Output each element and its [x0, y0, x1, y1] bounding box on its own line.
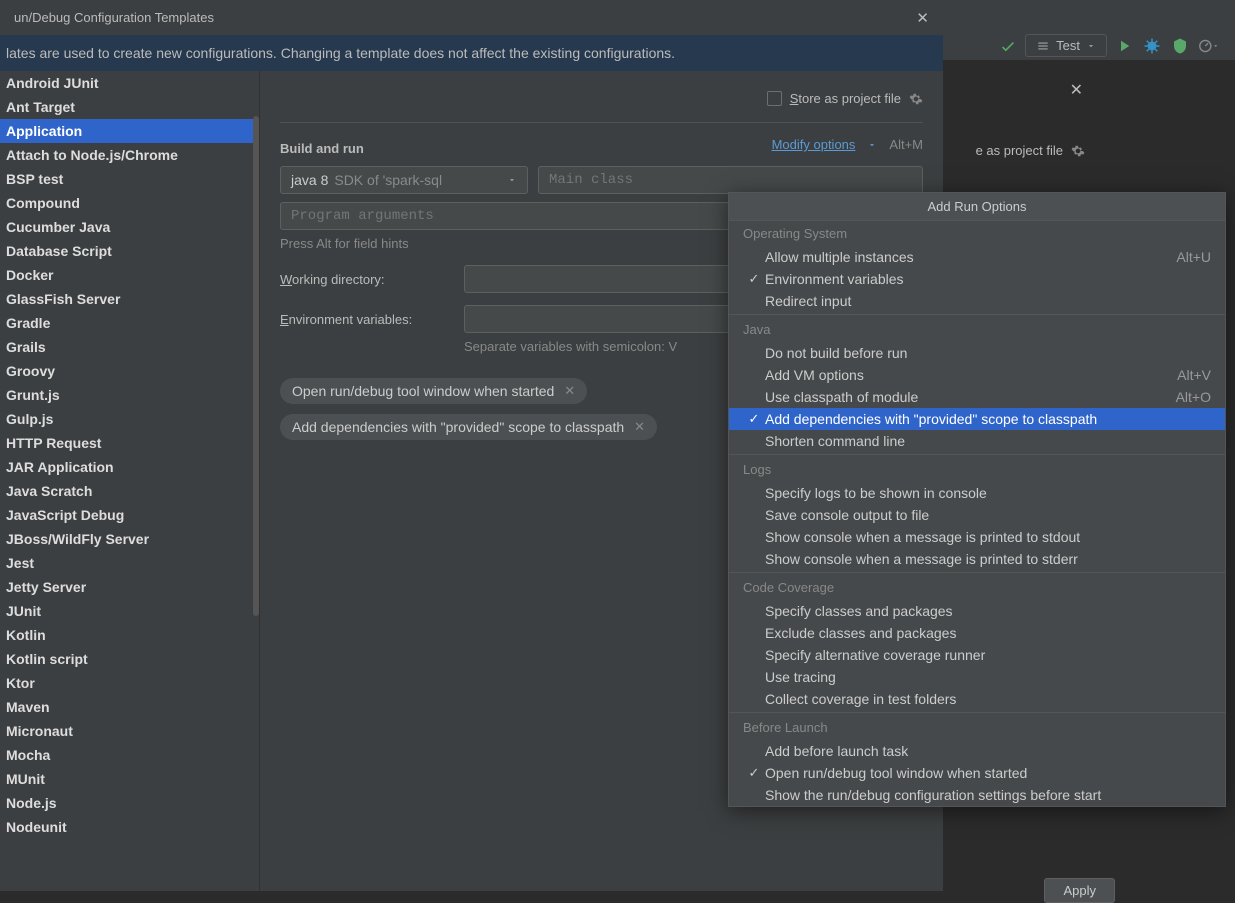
- sidebar-item[interactable]: Gulp.js: [0, 407, 259, 431]
- popup-title: Add Run Options: [729, 193, 1225, 221]
- add-run-options-popup: Add Run Options Operating SystemAllow mu…: [728, 192, 1226, 807]
- sidebar-item[interactable]: GlassFish Server: [0, 287, 259, 311]
- popup-menu-item[interactable]: Do not build before run: [729, 342, 1225, 364]
- sidebar-item[interactable]: Mocha: [0, 743, 259, 767]
- dialog-title: un/Debug Configuration Templates: [14, 10, 214, 25]
- popup-menu-item[interactable]: Specify classes and packages: [729, 600, 1225, 622]
- popup-menu-item[interactable]: Allow multiple instancesAlt+U: [729, 246, 1225, 268]
- popup-group-label: Before Launch: [729, 715, 1225, 740]
- popup-menu-item[interactable]: Add VM optionsAlt+V: [729, 364, 1225, 386]
- popup-menu-item[interactable]: Use classpath of moduleAlt+O: [729, 386, 1225, 408]
- sidebar-item[interactable]: JAR Application: [0, 455, 259, 479]
- shortcut-label: Alt+V: [1177, 367, 1211, 383]
- chevron-down-icon: [507, 172, 517, 188]
- popup-menu-item[interactable]: Show console when a message is printed t…: [729, 548, 1225, 570]
- run-config-label: Test: [1056, 38, 1080, 53]
- sidebar-item[interactable]: Jetty Server: [0, 575, 259, 599]
- shortcut-label: Alt+O: [1176, 389, 1211, 405]
- build-checkmark-icon[interactable]: [997, 35, 1019, 57]
- store-label: Store as project file: [790, 91, 901, 106]
- popup-group-label: Operating System: [729, 221, 1225, 246]
- sidebar-item[interactable]: Maven: [0, 695, 259, 719]
- modify-options-link[interactable]: Modify options Alt+M: [772, 137, 923, 152]
- working-dir-label: Working directory:: [280, 272, 464, 287]
- sdk-selector[interactable]: java 8 SDK of 'spark-sql: [280, 166, 528, 194]
- popup-menu-item[interactable]: ✓Add dependencies with "provided" scope …: [729, 408, 1225, 430]
- check-icon: ✓: [743, 271, 765, 287]
- sidebar-item[interactable]: Cucumber Java: [0, 215, 259, 239]
- popup-menu-item[interactable]: Specify logs to be shown in console: [729, 482, 1225, 504]
- sidebar-item[interactable]: Docker: [0, 263, 259, 287]
- coverage-icon[interactable]: [1169, 35, 1191, 57]
- sidebar-item[interactable]: Micronaut: [0, 719, 259, 743]
- popup-group-label: Code Coverage: [729, 575, 1225, 600]
- sidebar-item[interactable]: Grails: [0, 335, 259, 359]
- sidebar-item[interactable]: Java Scratch: [0, 479, 259, 503]
- check-icon: ✓: [743, 411, 765, 427]
- profile-icon[interactable]: [1197, 35, 1219, 57]
- sidebar-item[interactable]: Database Script: [0, 239, 259, 263]
- sidebar-item[interactable]: JavaScript Debug: [0, 503, 259, 527]
- background-store-label: e as project file: [976, 143, 1085, 158]
- sidebar-item[interactable]: JBoss/WildFly Server: [0, 527, 259, 551]
- sidebar-item[interactable]: Node.js: [0, 791, 259, 815]
- popup-menu-item[interactable]: Shorten command line: [729, 430, 1225, 452]
- option-chip[interactable]: Open run/debug tool window when started✕: [280, 378, 587, 404]
- option-chip[interactable]: Add dependencies with "provided" scope t…: [280, 414, 657, 440]
- sidebar-item[interactable]: Grunt.js: [0, 383, 259, 407]
- sidebar-item[interactable]: MUnit: [0, 767, 259, 791]
- main-class-input[interactable]: [538, 166, 923, 194]
- popup-menu-item[interactable]: Use tracing: [729, 666, 1225, 688]
- popup-menu-item[interactable]: ✓Environment variables: [729, 268, 1225, 290]
- sidebar-item[interactable]: Android JUnit: [0, 71, 259, 95]
- popup-menu-item[interactable]: Redirect input: [729, 290, 1225, 312]
- sidebar-item[interactable]: Kotlin: [0, 623, 259, 647]
- info-banner: lates are used to create new configurati…: [0, 35, 943, 71]
- sidebar-item[interactable]: Jest: [0, 551, 259, 575]
- sidebar-scrollbar[interactable]: [253, 116, 259, 616]
- sidebar-item[interactable]: Ant Target: [0, 95, 259, 119]
- chevron-down-icon: [867, 140, 877, 150]
- popup-menu-item[interactable]: Show console when a message is printed t…: [729, 526, 1225, 548]
- ide-toolbar: Test: [981, 30, 1235, 61]
- check-icon: ✓: [743, 765, 765, 781]
- sidebar-item[interactable]: Groovy: [0, 359, 259, 383]
- sidebar-item[interactable]: Gradle: [0, 311, 259, 335]
- sidebar-item[interactable]: Compound: [0, 191, 259, 215]
- sidebar-item[interactable]: Kotlin script: [0, 647, 259, 671]
- popup-menu-item[interactable]: Save console output to file: [729, 504, 1225, 526]
- popup-menu-item[interactable]: Show the run/debug configuration setting…: [729, 784, 1225, 806]
- popup-menu-item[interactable]: Specify alternative coverage runner: [729, 644, 1225, 666]
- sidebar-item[interactable]: JUnit: [0, 599, 259, 623]
- sidebar-item[interactable]: Attach to Node.js/Chrome: [0, 143, 259, 167]
- popup-menu-item[interactable]: Exclude classes and packages: [729, 622, 1225, 644]
- sidebar-item[interactable]: BSP test: [0, 167, 259, 191]
- remove-chip-icon[interactable]: ✕: [564, 383, 575, 399]
- template-list[interactable]: Android JUnitAnt TargetApplicationAttach…: [0, 71, 260, 891]
- dialog-titlebar: un/Debug Configuration Templates ✕: [0, 0, 943, 35]
- run-icon[interactable]: [1113, 35, 1135, 57]
- sidebar-item[interactable]: Nodeunit: [0, 815, 259, 839]
- popup-menu-item[interactable]: Collect coverage in test folders: [729, 688, 1225, 710]
- debug-icon[interactable]: [1141, 35, 1163, 57]
- gear-icon[interactable]: [909, 92, 923, 106]
- shortcut-label: Alt+U: [1176, 249, 1211, 265]
- sidebar-item[interactable]: Ktor: [0, 671, 259, 695]
- sidebar-item[interactable]: HTTP Request: [0, 431, 259, 455]
- background-close-icon[interactable]: ✕: [1070, 80, 1083, 100]
- popup-group-label: Java: [729, 317, 1225, 342]
- popup-menu-item[interactable]: Add before launch task: [729, 740, 1225, 762]
- close-icon[interactable]: ✕: [916, 9, 929, 27]
- popup-menu-item[interactable]: ✓Open run/debug tool window when started: [729, 762, 1225, 784]
- remove-chip-icon[interactable]: ✕: [634, 419, 645, 435]
- env-vars-label: Environment variables:: [280, 312, 464, 327]
- popup-group-label: Logs: [729, 457, 1225, 482]
- store-checkbox[interactable]: [767, 91, 782, 106]
- gear-icon[interactable]: [1071, 144, 1085, 158]
- sidebar-item[interactable]: Application: [0, 119, 259, 143]
- run-config-selector[interactable]: Test: [1025, 34, 1107, 57]
- modify-shortcut: Alt+M: [889, 137, 923, 152]
